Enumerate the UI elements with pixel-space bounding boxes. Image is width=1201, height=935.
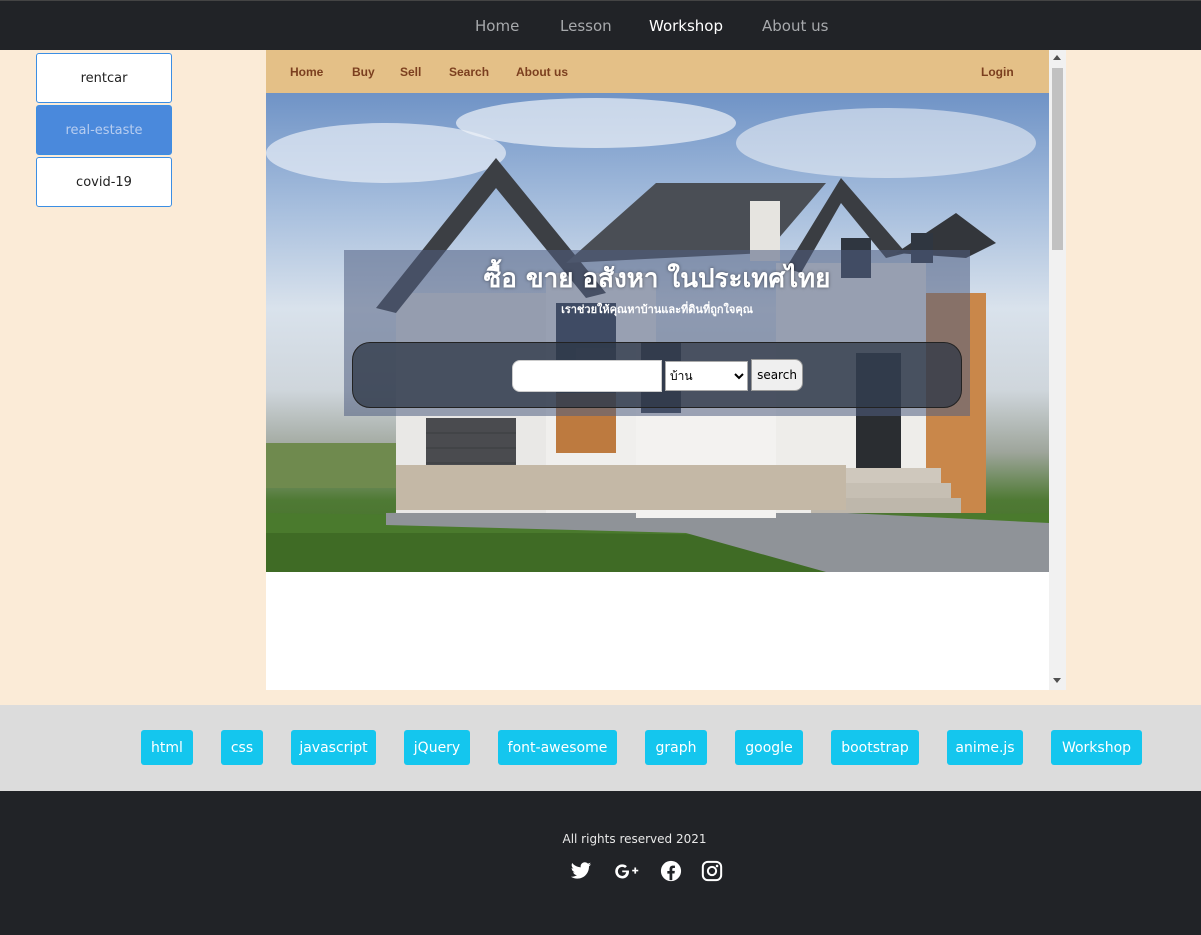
property-type-select[interactable]: บ้าน bbox=[665, 361, 748, 391]
site-nav-home[interactable]: Home bbox=[290, 65, 323, 79]
tag-javascript[interactable]: javascript bbox=[291, 730, 376, 765]
site-nav-buy[interactable]: Buy bbox=[352, 65, 375, 79]
tag-workshop[interactable]: Workshop bbox=[1051, 730, 1142, 765]
sidebar-item-real-estaste[interactable]: real-estaste bbox=[36, 105, 172, 155]
facebook-icon[interactable] bbox=[660, 860, 682, 882]
hero-banner: ซื้อ ขาย อสังหา ในประเทศไทย เราช่วยให้คุ… bbox=[266, 93, 1049, 572]
tag-jquery[interactable]: jQuery bbox=[404, 730, 470, 765]
nav-home[interactable]: Home bbox=[475, 17, 519, 35]
sidebar-item-covid-19[interactable]: covid-19 bbox=[36, 157, 172, 207]
tag-css[interactable]: css bbox=[221, 730, 263, 765]
tag-html[interactable]: html bbox=[141, 730, 193, 765]
frame-scrollbar[interactable] bbox=[1049, 50, 1066, 690]
hero-title: ซื้อ ขาย อสังหา ในประเทศไทย bbox=[483, 264, 831, 294]
tag-anime-js[interactable]: anime.js bbox=[947, 730, 1023, 765]
search-button[interactable]: search bbox=[751, 359, 803, 391]
tech-tags-band: html css javascript jQuery font-awesome … bbox=[0, 705, 1201, 791]
site-nav-sell[interactable]: Sell bbox=[400, 65, 421, 79]
tag-bootstrap[interactable]: bootstrap bbox=[831, 730, 919, 765]
google-plus-icon[interactable] bbox=[614, 860, 640, 882]
workshop-iframe: Home Buy Sell Search About us Login ซื้อ… bbox=[266, 50, 1049, 690]
nav-workshop[interactable]: Workshop bbox=[649, 17, 723, 35]
hero-subtitle: เราช่วยให้คุณหาบ้านและที่ดินที่ถูกใจคุณ bbox=[561, 303, 753, 316]
tag-google[interactable]: google bbox=[735, 730, 803, 765]
hero-overlay: ซื้อ ขาย อสังหา ในประเทศไทย เราช่วยให้คุ… bbox=[344, 250, 970, 416]
tag-graph[interactable]: graph bbox=[645, 730, 707, 765]
site-nav-login[interactable]: Login bbox=[981, 65, 1014, 79]
site-navbar: Home Buy Sell Search About us Login bbox=[266, 50, 1049, 93]
copyright-text: All rights reserved 2021 bbox=[562, 832, 707, 846]
sidebar-item-rentcar[interactable]: rentcar bbox=[36, 53, 172, 103]
site-nav-search[interactable]: Search bbox=[449, 65, 489, 79]
twitter-icon[interactable] bbox=[570, 860, 592, 882]
scroll-thumb[interactable] bbox=[1052, 68, 1063, 250]
footer: All rights reserved 2021 bbox=[0, 791, 1201, 935]
scroll-down-icon[interactable] bbox=[1053, 678, 1061, 683]
tag-font-awesome[interactable]: font-awesome bbox=[498, 730, 617, 765]
site-nav-about[interactable]: About us bbox=[516, 65, 568, 79]
nav-about-us[interactable]: About us bbox=[762, 17, 828, 35]
nav-lesson[interactable]: Lesson bbox=[560, 17, 612, 35]
search-input[interactable] bbox=[512, 360, 662, 392]
search-bar: บ้าน search bbox=[352, 342, 962, 408]
top-navbar: Home Lesson Workshop About us bbox=[0, 0, 1201, 50]
instagram-icon[interactable] bbox=[701, 860, 723, 882]
scroll-up-icon[interactable] bbox=[1053, 55, 1061, 60]
